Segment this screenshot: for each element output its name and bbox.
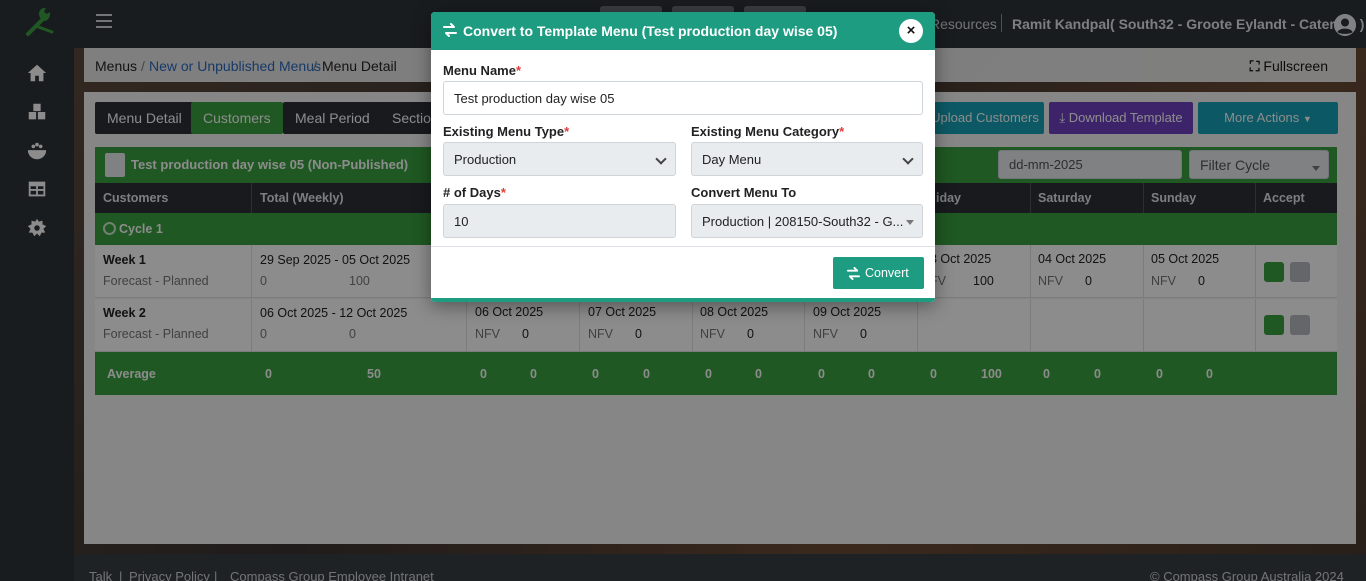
required-mark: * bbox=[839, 124, 845, 139]
menu-category-label: Existing Menu Category* bbox=[691, 124, 844, 139]
convert-to-value: Production | 208150-South32 - G... bbox=[702, 214, 904, 229]
chevron-down-icon bbox=[902, 153, 914, 165]
caret-down-icon bbox=[906, 220, 914, 225]
convert-button[interactable]: Convert bbox=[833, 257, 924, 289]
menu-type-label-text: Existing Menu Type bbox=[443, 124, 565, 139]
menu-name-label: Menu Name* bbox=[443, 63, 521, 78]
modal-header: Convert to Template Menu (Test productio… bbox=[431, 12, 935, 50]
modal-divider bbox=[431, 246, 935, 247]
menu-category-label-text: Existing Menu Category bbox=[691, 124, 840, 139]
exchange-icon bbox=[847, 267, 860, 280]
convert-button-label: Convert bbox=[865, 266, 909, 280]
modal-title: Convert to Template Menu (Test productio… bbox=[463, 23, 838, 39]
menu-type-select[interactable]: Production bbox=[443, 142, 676, 176]
menu-category-select[interactable]: Day Menu bbox=[691, 142, 923, 176]
close-icon: × bbox=[906, 22, 916, 39]
days-input[interactable]: 10 bbox=[443, 204, 676, 238]
convert-template-modal: Convert to Template Menu (Test productio… bbox=[431, 12, 935, 302]
modal-bottom-bar bbox=[431, 298, 935, 302]
convert-to-label: Convert Menu To bbox=[691, 185, 797, 200]
chevron-down-icon bbox=[655, 153, 667, 165]
menu-category-value: Day Menu bbox=[702, 152, 762, 167]
required-mark: * bbox=[515, 63, 522, 78]
required-mark: * bbox=[564, 124, 570, 139]
days-label-text: # of Days bbox=[443, 185, 501, 200]
menu-name-input[interactable]: Test production day wise 05 bbox=[443, 81, 923, 115]
menu-type-value: Production bbox=[454, 152, 517, 167]
close-button[interactable]: × bbox=[899, 19, 923, 43]
required-mark: * bbox=[500, 185, 506, 200]
exchange-icon bbox=[443, 23, 457, 37]
menu-name-label-text: Menu Name bbox=[443, 63, 516, 78]
convert-to-select[interactable]: Production | 208150-South32 - G... bbox=[691, 204, 923, 238]
days-label: # of Days* bbox=[443, 185, 506, 200]
menu-type-label: Existing Menu Type* bbox=[443, 124, 569, 139]
